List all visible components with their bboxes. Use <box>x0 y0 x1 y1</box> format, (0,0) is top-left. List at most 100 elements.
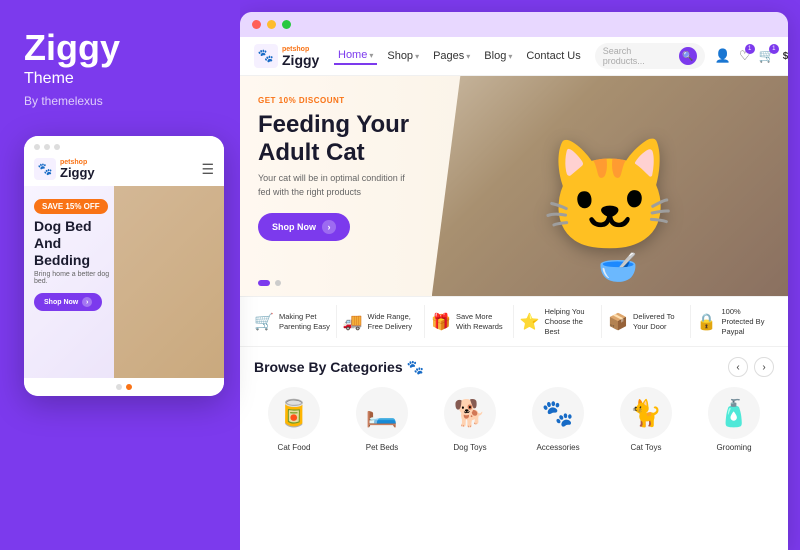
mobile-badge: SAVE 15% OFF <box>34 199 108 214</box>
hero-arrow-icon: › <box>322 220 336 234</box>
browser-content: 🐾 petshop Ziggy Home ▾ Shop ▾ Pages ▾ Bl… <box>240 37 788 550</box>
mobile-dot-3 <box>54 144 60 150</box>
feature-parenting-text: Making Pet Parenting Easy <box>279 312 332 332</box>
nav-link-contact[interactable]: Contact Us <box>522 48 584 64</box>
site-nav-links: Home ▾ Shop ▾ Pages ▾ Blog ▾ Contact Us <box>334 47 585 65</box>
categories-header: Browse By Categories 🐾 ‹ › <box>254 357 774 377</box>
feature-rewards: 🎁 Save More With Rewards <box>427 305 514 338</box>
cat-icon: 🐱 <box>541 132 678 261</box>
features-bar: 🛒 Making Pet Parenting Easy 🚚 Wide Range… <box>240 296 788 347</box>
category-pet-beds-label: Pet Beds <box>366 443 398 452</box>
category-cat-toys-label: Cat Toys <box>631 443 662 452</box>
category-cat-toys[interactable]: 🐈 Cat Toys <box>606 387 686 452</box>
category-accessories-image: 🐾 <box>532 387 584 439</box>
category-cat-toys-image: 🐈 <box>620 387 672 439</box>
category-grooming-image: 🧴 <box>708 387 760 439</box>
browser-dot-yellow <box>267 20 276 29</box>
feature-rewards-text: Save More With Rewards <box>456 312 509 332</box>
categories-prev-button[interactable]: ‹ <box>728 357 748 377</box>
mobile-indicator-1 <box>116 384 122 390</box>
best-icon: ⭐ <box>520 312 540 332</box>
browser-topbar <box>240 12 788 37</box>
category-dog-food-label: Dog Toys <box>453 443 486 452</box>
mobile-mockup: 🐾 petshop Ziggy ☰ SAVE 15% OFF Dog Bed A… <box>24 136 224 396</box>
cart-price: $0.00 <box>783 51 788 62</box>
user-icon[interactable]: 👤 <box>715 48 731 64</box>
feature-door-text: Delivered To Your Door <box>633 312 686 332</box>
mobile-dots <box>24 136 224 156</box>
mobile-dots-indicator <box>24 378 224 396</box>
feature-best-text: Helping You Choose the Best <box>545 307 598 336</box>
search-input[interactable]: Search products... <box>603 46 675 66</box>
search-button[interactable]: 🔍 <box>679 47 697 65</box>
hero-shop-button[interactable]: Shop Now › <box>258 213 350 241</box>
hero-shop-label: Shop Now <box>272 222 316 232</box>
chevron-down-icon: ▾ <box>466 52 470 61</box>
mobile-indicator-2 <box>126 384 132 390</box>
feature-best: ⭐ Helping You Choose the Best <box>516 305 603 338</box>
cart-icon[interactable]: 🛒 1 <box>759 48 775 64</box>
hero-content: GET 10% DISCOUNT Feeding Your Adult Cat … <box>258 96 438 241</box>
category-cat-food-image: 🥫 <box>268 387 320 439</box>
site-logo-main: Ziggy <box>282 53 319 67</box>
site-logo-icon: 🐾 <box>254 44 278 68</box>
category-grooming[interactable]: 🧴 Grooming <box>694 387 774 452</box>
nav-link-home[interactable]: Home ▾ <box>334 47 377 65</box>
mobile-hero-title: Dog Bed And Bedding <box>34 218 114 268</box>
nav-link-pages[interactable]: Pages ▾ <box>429 48 474 64</box>
category-pet-beds[interactable]: 🛏️ Pet Beds <box>342 387 422 452</box>
category-dog-food-image: 🐕 <box>444 387 496 439</box>
mobile-dot-1 <box>34 144 40 150</box>
mobile-shop-button[interactable]: Shop Now › <box>34 293 102 311</box>
categories-next-button[interactable]: › <box>754 357 774 377</box>
category-dog-food[interactable]: 🐕 Dog Toys <box>430 387 510 452</box>
hero-title: Feeding Your Adult Cat <box>258 111 438 166</box>
categories-section: Browse By Categories 🐾 ‹ › 🥫 Cat Food 🛏️… <box>240 347 788 462</box>
brand-title: Ziggy <box>24 30 220 66</box>
bowl-icon: 🥣 <box>598 248 638 286</box>
category-cat-food-label: Cat Food <box>278 443 311 452</box>
chevron-down-icon: ▾ <box>369 51 373 60</box>
parenting-icon: 🛒 <box>254 312 274 332</box>
hero-section: 🐱 🥣 GET 10% DISCOUNT Feeding Your Adult … <box>240 76 788 296</box>
mobile-logo-text: petshop Ziggy <box>60 159 95 179</box>
rewards-icon: 🎁 <box>431 312 451 332</box>
categories-title: Browse By Categories 🐾 <box>254 359 424 376</box>
browser-dot-green <box>282 20 291 29</box>
mobile-hero-background <box>114 186 224 378</box>
left-panel: Ziggy Theme By themelexus 🐾 petshop Zigg… <box>0 0 240 550</box>
browser-panel: 🐾 petshop Ziggy Home ▾ Shop ▾ Pages ▾ Bl… <box>240 12 788 550</box>
site-logo: 🐾 petshop Ziggy <box>254 44 324 68</box>
nav-icons: 👤 ♡ 1 🛒 1 $0.00 <box>715 48 788 64</box>
cart-badge: 1 <box>769 44 779 54</box>
feature-delivery: 🚚 Wide Range, Free Delivery <box>339 305 426 338</box>
hero-dot-2 <box>275 280 281 286</box>
mobile-shop-label: Shop Now <box>44 299 78 306</box>
wishlist-badge: 1 <box>745 44 755 54</box>
chevron-down-icon: ▾ <box>415 52 419 61</box>
brand-by: By themelexus <box>24 94 220 108</box>
hero-dot-1 <box>258 280 270 286</box>
category-cat-food[interactable]: 🥫 Cat Food <box>254 387 334 452</box>
delivery-icon: 🚚 <box>343 312 363 332</box>
category-accessories-label: Accessories <box>536 443 579 452</box>
wishlist-icon[interactable]: ♡ 1 <box>739 48 751 64</box>
categories-navigation: ‹ › <box>728 357 774 377</box>
mobile-menu-icon[interactable]: ☰ <box>201 161 214 178</box>
category-accessories[interactable]: 🐾 Accessories <box>518 387 598 452</box>
browser-dot-red <box>252 20 261 29</box>
feature-paypal-text: 100% Protected By Paypal <box>722 307 775 336</box>
site-search[interactable]: Search products... 🔍 <box>595 43 705 69</box>
mobile-hero: SAVE 15% OFF Dog Bed And Bedding Bring h… <box>24 186 224 378</box>
mobile-header: 🐾 petshop Ziggy ☰ <box>24 156 224 186</box>
chevron-down-icon: ▾ <box>508 52 512 61</box>
feature-parenting: 🛒 Making Pet Parenting Easy <box>250 305 337 338</box>
door-icon: 📦 <box>608 312 628 332</box>
nav-link-blog[interactable]: Blog ▾ <box>480 48 516 64</box>
mobile-logo-icon: 🐾 <box>34 158 56 180</box>
mobile-hero-subtitle: Bring home a better dog bed. <box>34 271 124 285</box>
mobile-shop-arrow-icon: › <box>82 297 92 307</box>
hero-discount-badge: GET 10% DISCOUNT <box>258 96 438 105</box>
mobile-logo: 🐾 petshop Ziggy <box>34 158 95 180</box>
nav-link-shop[interactable]: Shop ▾ <box>383 48 423 64</box>
